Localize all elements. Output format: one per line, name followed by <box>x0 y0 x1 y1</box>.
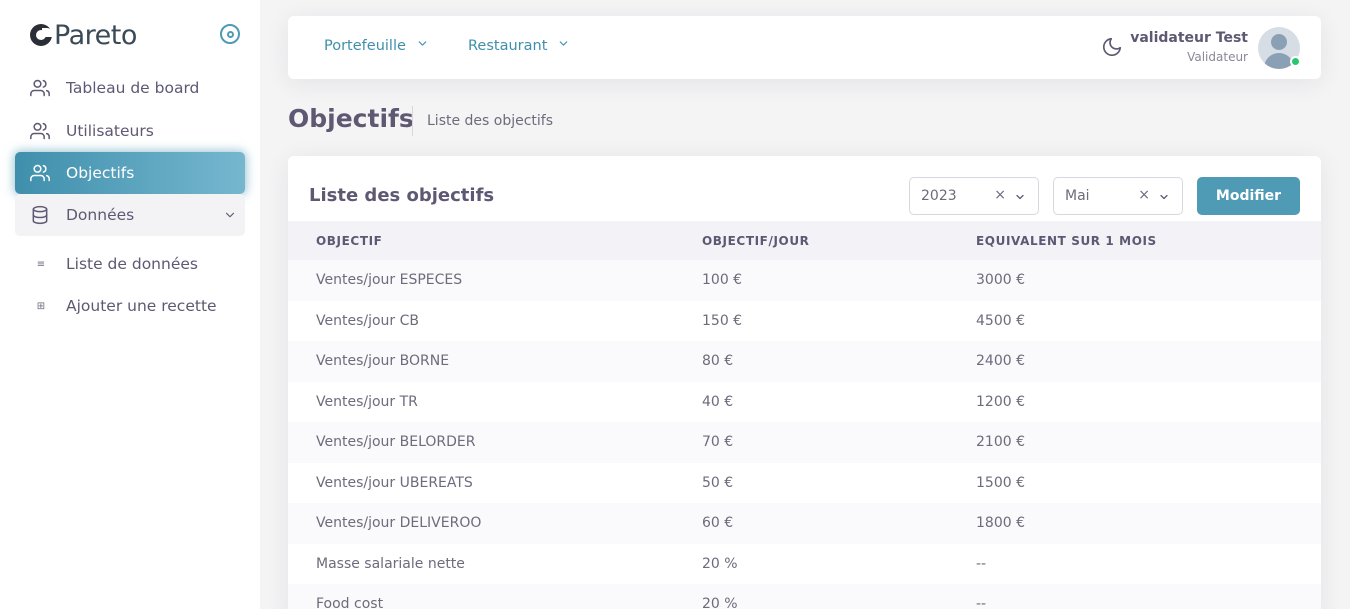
table-header-row: OBJECTIF OBJECTIF/JOUR EQUIVALENT SUR 1 … <box>288 221 1321 260</box>
cell-objectif: Ventes/jour DELIVEROO <box>316 515 482 532</box>
brand-logo[interactable]: Pareto <box>30 18 137 52</box>
sidebar-subitem-ajouter-une-recette[interactable]: ⊞ Ajouter une recette <box>15 287 245 325</box>
cell-equivalent-mois: 1200 € <box>976 393 1025 410</box>
cell-equivalent-mois: 3000 € <box>976 272 1025 289</box>
table-row: Ventes/jour TR 40 € 1200 € <box>288 382 1321 423</box>
users-icon <box>29 77 51 99</box>
users-icon <box>29 120 51 142</box>
year-select-value: 2023 <box>921 188 957 204</box>
sidebar-item-utilisateurs[interactable]: Utilisateurs <box>15 110 245 152</box>
table-row: Ventes/jour ESPECES 100 € 3000 € <box>288 260 1321 301</box>
plus-square-icon: ⊞ <box>36 300 46 312</box>
sidebar-subitem-label: Ajouter une recette <box>66 297 217 315</box>
cell-equivalent-mois: 2100 € <box>976 434 1025 451</box>
top-navbar: Portefeuille Restaurant validateur Test … <box>288 16 1321 79</box>
user-role: Validateur <box>1187 50 1248 64</box>
cell-objectif: Ventes/jour ESPECES <box>316 272 463 289</box>
sidebar-item-donnees[interactable]: Données <box>15 194 245 236</box>
avatar-head <box>1271 34 1287 50</box>
cell-objectif-jour: 40 € <box>702 393 734 410</box>
online-status-badge <box>1290 56 1301 67</box>
cell-objectif: Ventes/jour CB <box>316 312 420 329</box>
moon-icon[interactable] <box>1101 36 1123 62</box>
sidebar-item-objectifs[interactable]: Objectifs <box>15 152 245 194</box>
objectives-card: Liste des objectifs 2023 × Mai × Modifie… <box>288 156 1321 609</box>
month-select[interactable]: Mai × <box>1053 177 1183 215</box>
circle-icon <box>226 30 234 38</box>
table-row: Ventes/jour BORNE 80 € 2400 € <box>288 341 1321 382</box>
sidebar-item-label: Tableau de board <box>66 79 200 97</box>
chevron-down-icon <box>223 208 237 226</box>
column-header-objectif: OBJECTIF <box>316 233 383 248</box>
sidebar-item-label: Utilisateurs <box>66 122 154 140</box>
cell-equivalent-mois: 1800 € <box>976 515 1025 532</box>
brand-name: Pareto <box>54 19 137 51</box>
sidebar-item-label: Données <box>66 206 135 224</box>
cell-equivalent-mois: -- <box>976 596 987 609</box>
chevron-down-icon <box>1014 191 1026 207</box>
title-divider <box>412 106 413 136</box>
breadcrumb[interactable]: Liste des objectifs <box>427 113 553 129</box>
cell-objectif: Ventes/jour BELORDER <box>316 434 476 451</box>
cell-objectif-jour: 20 % <box>702 555 738 572</box>
chevron-down-icon <box>557 37 570 54</box>
cell-objectif: Masse salariale nette <box>316 555 465 572</box>
chevron-down-icon <box>416 37 429 54</box>
cell-objectif: Ventes/jour BORNE <box>316 353 450 370</box>
dropdown-label: Restaurant <box>468 37 548 54</box>
cell-equivalent-mois: 1500 € <box>976 474 1025 491</box>
modifier-button[interactable]: Modifier <box>1197 177 1300 215</box>
database-icon <box>29 204 51 226</box>
sidebar-subitem-liste-de-donnees[interactable]: ≡ Liste de données <box>15 245 245 283</box>
cell-objectif-jour: 100 € <box>702 272 743 289</box>
cell-objectif: Food cost <box>316 596 384 609</box>
sidebar: Pareto Tableau de board Utilisateurs Obj… <box>0 0 260 609</box>
cell-objectif-jour: 80 € <box>702 353 734 370</box>
chevron-down-icon <box>1158 191 1170 207</box>
year-select[interactable]: 2023 × <box>909 177 1039 215</box>
sidebar-item-label: Objectifs <box>66 164 135 182</box>
cell-objectif-jour: 20 % <box>702 596 738 609</box>
sidebar-subitem-label: Liste de données <box>66 255 198 273</box>
cell-equivalent-mois: 2400 € <box>976 353 1025 370</box>
cell-objectif: Ventes/jour TR <box>316 393 418 410</box>
clear-icon[interactable]: × <box>1138 187 1150 203</box>
cell-objectif: Ventes/jour UBEREATS <box>316 474 473 491</box>
sidebar-item-tableau-de-board[interactable]: Tableau de board <box>15 67 245 109</box>
table-row: Ventes/jour BELORDER 70 € 2100 € <box>288 422 1321 463</box>
table-row: Ventes/jour CB 150 € 4500 € <box>288 301 1321 342</box>
pareto-logo-icon <box>30 24 53 46</box>
cell-objectif-jour: 70 € <box>702 434 734 451</box>
page-title: Objectifs <box>288 104 414 133</box>
users-icon <box>29 162 51 184</box>
cell-objectif-jour: 60 € <box>702 515 734 532</box>
table-row: Ventes/jour UBEREATS 50 € 1500 € <box>288 463 1321 504</box>
sidebar-collapse-toggle[interactable] <box>220 24 240 44</box>
cell-objectif-jour: 150 € <box>702 312 743 329</box>
portefeuille-dropdown[interactable]: Portefeuille <box>324 37 429 54</box>
table-row: Ventes/jour DELIVEROO 60 € 1800 € <box>288 503 1321 544</box>
dropdown-label: Portefeuille <box>324 37 406 54</box>
user-name[interactable]: validateur Test <box>1130 30 1248 46</box>
clear-icon[interactable]: × <box>994 187 1006 203</box>
cell-objectif-jour: 50 € <box>702 474 734 491</box>
list-icon: ≡ <box>36 258 46 270</box>
table-row: Food cost 20 % -- <box>288 584 1321 609</box>
card-title: Liste des objectifs <box>309 185 495 206</box>
month-select-value: Mai <box>1065 188 1090 204</box>
objectives-table: OBJECTIF OBJECTIF/JOUR EQUIVALENT SUR 1 … <box>288 221 1321 609</box>
cell-equivalent-mois: 4500 € <box>976 312 1025 329</box>
column-header-equivalent-mois: EQUIVALENT SUR 1 MOIS <box>976 233 1157 248</box>
restaurant-dropdown[interactable]: Restaurant <box>468 37 570 54</box>
table-row: Masse salariale nette 20 % -- <box>288 544 1321 585</box>
cell-equivalent-mois: -- <box>976 555 987 572</box>
column-header-objectif-jour: OBJECTIF/JOUR <box>702 233 810 248</box>
